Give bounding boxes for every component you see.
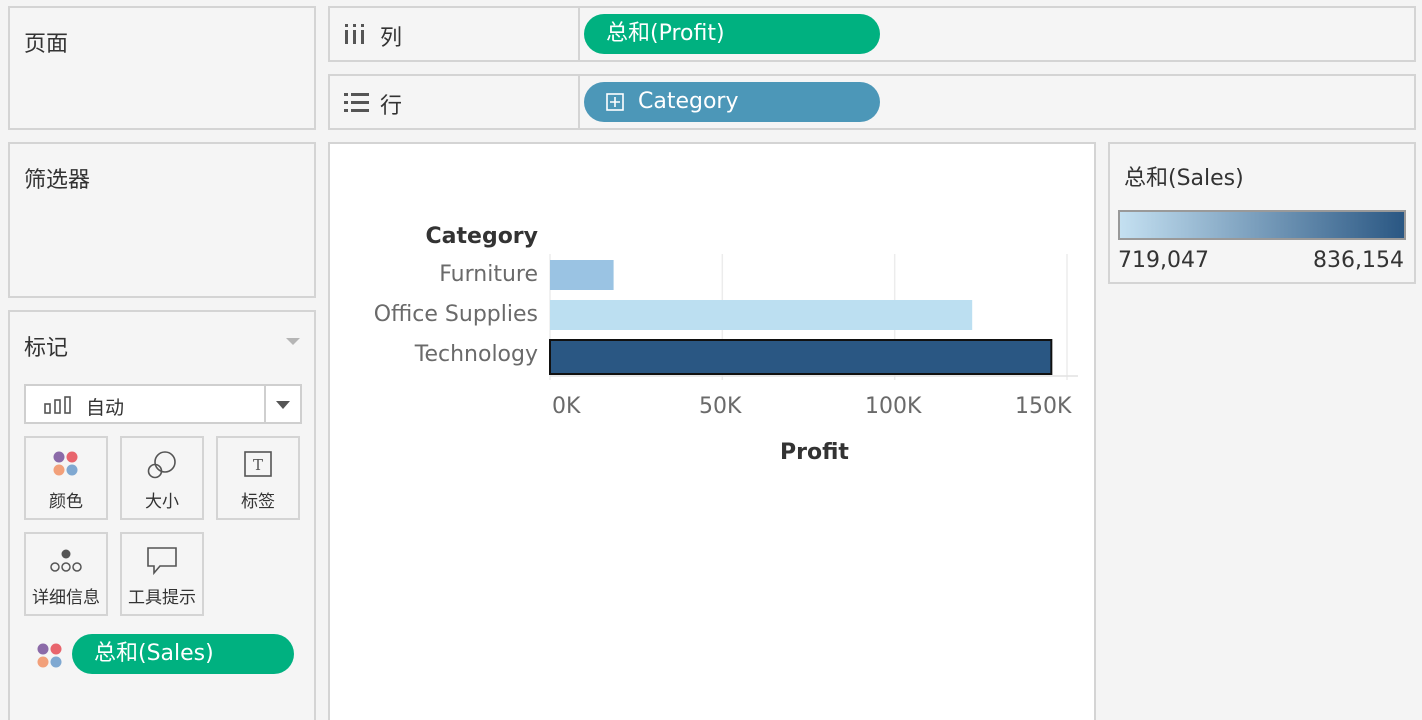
marks-menu-caret-icon[interactable] bbox=[286, 338, 300, 346]
detail-card-label: 详细信息 bbox=[32, 588, 100, 608]
color-legend[interactable]: 总和(Sales) 719,047 836,154 bbox=[1108, 142, 1416, 284]
size-card-label: 大小 bbox=[145, 492, 179, 512]
tooltip-card[interactable]: 工具提示 bbox=[120, 532, 204, 616]
columns-label: 列 bbox=[380, 26, 403, 51]
x-axis-title: Profit bbox=[780, 440, 849, 465]
bar-office-supplies[interactable] bbox=[550, 300, 973, 330]
label-card[interactable]: T 标签 bbox=[216, 436, 300, 520]
legend-max-label: 836,154 bbox=[1313, 248, 1404, 273]
bar-technology[interactable] bbox=[549, 339, 1053, 375]
plus-box-icon[interactable] bbox=[606, 93, 624, 111]
rows-label: 行 bbox=[380, 94, 403, 119]
marks-panel: 标记 自动 颜色 大小 T 标签 详细信息 工具提示 总和(Sales) bbox=[8, 310, 316, 720]
detail-card[interactable]: 详细信息 bbox=[24, 532, 108, 616]
legend-min-label: 719,047 bbox=[1118, 248, 1209, 273]
category-row-pill[interactable]: Category bbox=[584, 82, 880, 122]
row-label-furniture: Furniture bbox=[439, 262, 538, 287]
dropdown-divider bbox=[264, 386, 266, 422]
sales-color-pill[interactable]: 总和(Sales) bbox=[72, 634, 294, 674]
pages-panel[interactable]: 页面 bbox=[8, 6, 316, 130]
row-label-technology: Technology bbox=[414, 342, 538, 367]
columns-icon bbox=[345, 24, 364, 44]
color-card-label: 颜色 bbox=[49, 492, 83, 512]
bar-chart-icon bbox=[44, 396, 71, 414]
rows-shelf: 行 Category bbox=[328, 74, 1416, 130]
x-tick-100k: 100K bbox=[865, 394, 922, 419]
label-card-label: 标签 bbox=[241, 492, 275, 512]
text-label-icon: T bbox=[244, 451, 272, 477]
color-encoding-icon bbox=[37, 643, 62, 668]
mark-type-label: 自动 bbox=[86, 397, 125, 419]
x-tick-0: 0K bbox=[552, 394, 581, 419]
row-header-category: Category bbox=[425, 224, 538, 249]
svg-text:T: T bbox=[253, 456, 263, 474]
category-pill-label: Category bbox=[638, 89, 739, 114]
columns-shelf: 列 总和(Profit) bbox=[328, 6, 1416, 62]
row-label-office-supplies: Office Supplies bbox=[373, 302, 538, 327]
rows-divider bbox=[578, 76, 580, 128]
chart-view: Category Furniture Office Supplies Techn… bbox=[328, 142, 1096, 720]
marks-title: 标记 bbox=[24, 336, 69, 361]
detail-dots-icon bbox=[50, 549, 82, 572]
legend-gradient bbox=[1118, 210, 1406, 240]
pages-title: 页面 bbox=[24, 32, 69, 57]
filters-title: 筛选器 bbox=[24, 168, 91, 193]
bar-furniture[interactable] bbox=[550, 260, 614, 290]
tooltip-bubble-icon bbox=[147, 547, 177, 576]
size-circles-icon bbox=[147, 451, 176, 479]
x-tick-50k: 50K bbox=[699, 394, 742, 419]
chevron-down-icon bbox=[276, 401, 290, 409]
size-card[interactable]: 大小 bbox=[120, 436, 204, 520]
color-card[interactable]: 颜色 bbox=[24, 436, 108, 520]
columns-divider bbox=[578, 8, 580, 60]
filters-panel[interactable]: 筛选器 bbox=[8, 142, 316, 298]
color-dots-icon bbox=[53, 451, 78, 476]
rows-icon bbox=[344, 93, 369, 112]
mark-type-dropdown[interactable]: 自动 bbox=[24, 384, 302, 424]
profit-column-pill[interactable]: 总和(Profit) bbox=[584, 14, 880, 54]
x-tick-150k: 150K bbox=[1015, 394, 1072, 419]
tooltip-card-label: 工具提示 bbox=[128, 588, 196, 608]
legend-title: 总和(Sales) bbox=[1124, 166, 1244, 191]
